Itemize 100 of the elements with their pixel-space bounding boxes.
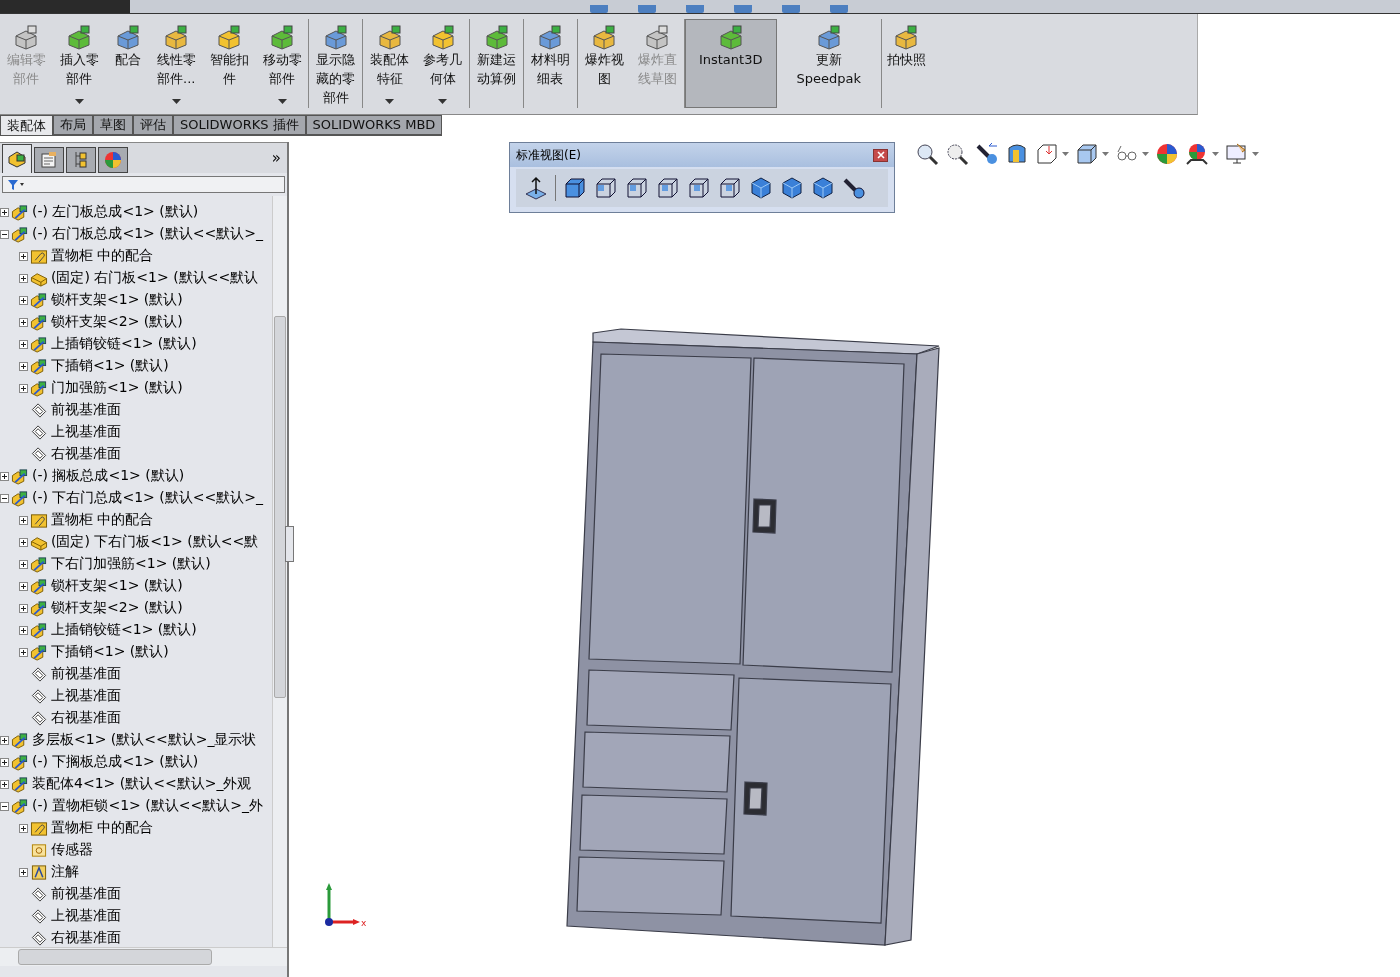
horizontal-scrollbar[interactable] <box>0 947 287 966</box>
view-orientation-icon[interactable] <box>1035 142 1059 166</box>
section-view-icon[interactable] <box>1005 142 1029 166</box>
tab[interactable]: SOLIDWORKS 插件 <box>173 115 306 135</box>
expand-icon[interactable] <box>19 317 28 327</box>
tree-item-label[interactable]: (-) 搁板总成<1> (默认) <box>32 467 185 485</box>
tree-item-label[interactable]: (固定) 右门板<1> (默认<<默认 <box>51 269 259 287</box>
tree-item-label[interactable]: 前视基准面 <box>51 885 121 903</box>
appearance-icon[interactable] <box>1155 142 1179 166</box>
tab[interactable]: 评估 <box>133 115 173 135</box>
caret-icon[interactable] <box>1102 152 1109 156</box>
tree-item-label[interactable]: 右视基准面 <box>51 445 121 463</box>
expand-icon[interactable] <box>19 559 28 569</box>
expand-icon[interactable] <box>19 251 28 261</box>
tree-item-label[interactable]: 右视基准面 <box>51 709 121 727</box>
command-button[interactable]: 参考几何体 <box>416 19 470 108</box>
tree-item-label[interactable]: 锁杆支架<2> (默认) <box>51 599 183 617</box>
caret-icon[interactable] <box>1252 152 1259 156</box>
display-style-icon[interactable] <box>1075 142 1099 166</box>
expand-icon[interactable] <box>19 867 28 877</box>
view-cube-icon[interactable] <box>718 176 742 200</box>
scene-icon[interactable] <box>1185 142 1209 166</box>
tree-item-label[interactable]: 多层板<1> (默认<<默认>_显示状 <box>32 731 257 749</box>
command-button[interactable]: 配合 <box>105 19 150 108</box>
command-button[interactable]: 插入零部件 <box>52 19 106 108</box>
tree-item-label[interactable]: (-) 右门板总成<1> (默认<<默认>_ <box>32 225 263 243</box>
tree-item-label[interactable]: 置物柜 中的配合 <box>51 247 154 265</box>
tree-item-label[interactable]: 下插销<1> (默认) <box>51 357 169 375</box>
tree-item-label[interactable]: 传感器 <box>51 841 93 859</box>
expand-chevron[interactable]: » <box>271 149 281 167</box>
tree-item-label[interactable]: 上视基准面 <box>51 687 121 705</box>
tree-item-label[interactable]: 门加强筋<1> (默认) <box>51 379 183 397</box>
panel-tab[interactable] <box>98 147 128 173</box>
expand-icon[interactable] <box>0 471 9 481</box>
caret-icon[interactable] <box>1212 152 1219 156</box>
expand-icon[interactable] <box>0 779 9 789</box>
panel-tab[interactable] <box>66 147 96 173</box>
tree-item-label[interactable]: (-) 下搁板总成<1> (默认) <box>32 753 199 771</box>
command-button[interactable]: 线性零部件... <box>149 19 203 108</box>
caret-icon[interactable] <box>1062 152 1069 156</box>
tree-item-label[interactable]: 注解 <box>51 863 79 881</box>
view-cube-icon[interactable] <box>594 176 618 200</box>
view-cube-icon[interactable] <box>749 176 773 200</box>
collapse-icon[interactable] <box>0 801 9 811</box>
panel-tab[interactable] <box>34 147 64 173</box>
expand-icon[interactable] <box>19 273 28 283</box>
tab[interactable]: 布局 <box>53 115 93 135</box>
tree-item-label[interactable]: 锁杆支架<2> (默认) <box>51 313 183 331</box>
command-button[interactable]: 显示隐藏的零部件 <box>309 19 363 108</box>
view-cube-icon[interactable] <box>780 176 804 200</box>
monitor-icon[interactable] <box>1225 142 1249 166</box>
tree-item-label[interactable]: 置物柜 中的配合 <box>51 819 154 837</box>
expand-icon[interactable] <box>19 581 28 591</box>
panel-splitter[interactable] <box>285 526 294 562</box>
expand-icon[interactable] <box>19 295 28 305</box>
collapse-icon[interactable] <box>0 493 9 503</box>
close-button[interactable] <box>873 148 888 162</box>
expand-icon[interactable] <box>0 757 9 767</box>
command-button[interactable]: 智能扣件 <box>202 19 256 108</box>
view-cube-icon[interactable] <box>687 176 711 200</box>
expand-icon[interactable] <box>19 515 28 525</box>
expand-icon[interactable] <box>19 625 28 635</box>
vertical-scrollbar[interactable] <box>272 196 287 947</box>
tab[interactable]: 草图 <box>93 115 133 135</box>
tree-item-label[interactable]: 上插销铰链<1> (默认) <box>51 621 197 639</box>
tree-item-label[interactable]: 上视基准面 <box>51 907 121 925</box>
tree-item-label[interactable]: (-) 下右门总成<1> (默认<<默认>_ <box>32 489 263 507</box>
command-button[interactable]: 更新 Speedpak <box>782 19 875 108</box>
zoom-area-icon[interactable] <box>945 142 969 166</box>
tree-item-label[interactable]: (固定) 下右门板<1> (默认<<默 <box>51 533 259 551</box>
tree-item-label[interactable]: 装配体4<1> (默认<<默认>_外观 <box>32 775 252 793</box>
view-cube-icon[interactable] <box>656 176 680 200</box>
command-button[interactable]: 移动零部件 <box>255 19 309 108</box>
filter-field[interactable] <box>2 176 285 193</box>
expand-icon[interactable] <box>0 735 9 745</box>
tree-item-label[interactable]: 锁杆支架<1> (默认) <box>51 291 183 309</box>
command-button[interactable]: 装配体特征 <box>363 19 417 108</box>
expand-icon[interactable] <box>0 207 9 217</box>
expand-icon[interactable] <box>19 647 28 657</box>
tree-item-label[interactable]: 上视基准面 <box>51 423 121 441</box>
caret-icon[interactable] <box>1142 152 1149 156</box>
view-cube-icon[interactable] <box>625 176 649 200</box>
tree-item-label[interactable]: 下插销<1> (默认) <box>51 643 169 661</box>
view-cube-icon[interactable] <box>563 176 587 200</box>
tree-item-label[interactable]: (-) 置物柜锁<1> (默认<<默认>_外 <box>32 797 263 815</box>
command-button[interactable]: 爆炸视图 <box>577 19 631 108</box>
tree-item-label[interactable]: 锁杆支架<1> (默认) <box>51 577 183 595</box>
tree-item-label[interactable]: 上插销铰链<1> (默认) <box>51 335 197 353</box>
filter-icon[interactable] <box>7 178 25 191</box>
tree-item-label[interactable]: 前视基准面 <box>51 665 121 683</box>
command-button[interactable]: Instant3D <box>684 19 777 108</box>
zoom-fit-icon[interactable] <box>915 142 939 166</box>
tree-item-label[interactable]: 右视基准面 <box>51 929 121 947</box>
tree-item-label[interactable]: 前视基准面 <box>51 401 121 419</box>
command-button[interactable]: 新建运动算例 <box>470 19 523 108</box>
tab[interactable]: 装配体 <box>0 115 53 135</box>
expand-icon[interactable] <box>19 339 28 349</box>
expand-icon[interactable] <box>19 361 28 371</box>
command-button[interactable]: 材料明细表 <box>524 19 577 108</box>
collapse-icon[interactable] <box>0 229 9 239</box>
